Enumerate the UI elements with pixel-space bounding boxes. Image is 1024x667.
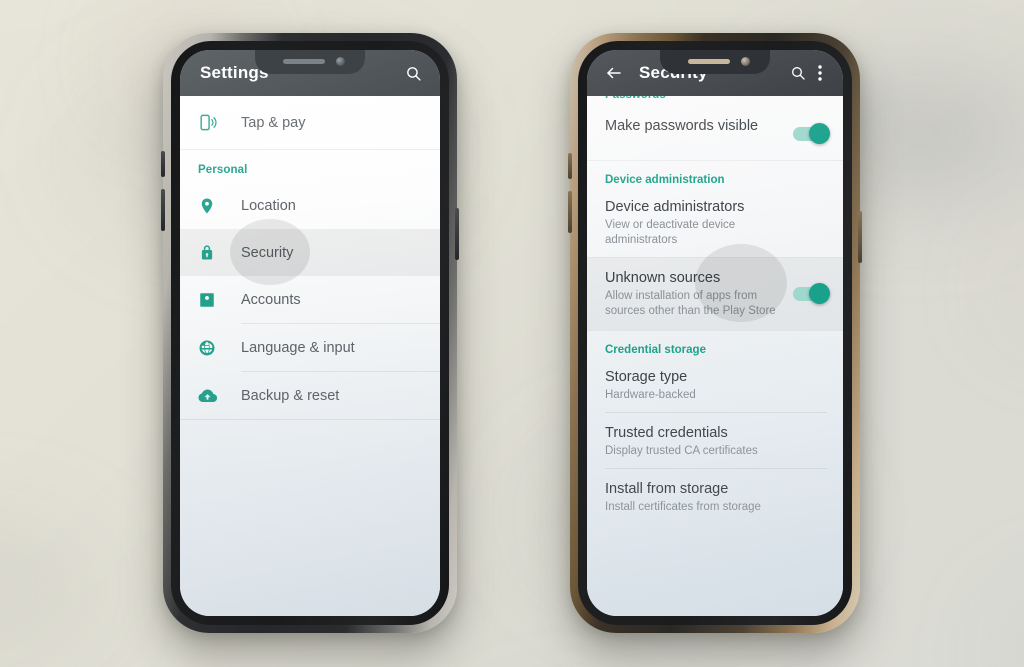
row-title: Trusted credentials [605, 425, 728, 442]
settings-row-label: Backup & reset [241, 387, 340, 404]
section-header-credential-storage: Credential storage [605, 344, 706, 356]
toggle-knob [809, 283, 830, 304]
row-title: Storage type [605, 369, 688, 385]
security-list[interactable]: Passwords Make passwords visible Device … [587, 96, 843, 616]
right-phone-notch [660, 50, 770, 74]
settings-row-backup-and-reset[interactable]: Backup & reset [180, 372, 440, 419]
volume-down-button-right[interactable] [568, 191, 572, 233]
globe-icon [198, 339, 232, 357]
settings-row-accounts[interactable]: Accounts [180, 276, 440, 323]
cloud-upload-icon [198, 386, 232, 405]
power-button-left[interactable] [455, 208, 459, 260]
location-pin-icon [198, 197, 232, 215]
settings-row-label: Language & input [241, 339, 355, 356]
partial-section-header-passwords: Passwords [587, 96, 843, 108]
row-title: Install from storage [605, 481, 729, 498]
row-subtitle: View or deactivate device administrators [605, 219, 736, 247]
security-row-storage-type[interactable]: Storage type Hardware-backed [587, 359, 843, 412]
make-passwords-visible-toggle[interactable] [793, 123, 830, 144]
earpiece-speaker [688, 59, 730, 64]
volume-up-button-right[interactable] [568, 153, 572, 179]
security-row-unknown-sources[interactable]: Unknown sources Allow installation of ap… [587, 244, 843, 330]
power-button-right[interactable] [858, 211, 862, 263]
volume-down-button-left[interactable] [161, 189, 165, 231]
divider [180, 419, 440, 420]
settings-row-security[interactable]: Security [180, 219, 440, 285]
search-icon[interactable] [785, 60, 811, 86]
section-header-personal: Personal [198, 164, 248, 176]
settings-row-label: Tap & pay [241, 114, 306, 131]
security-row-device-administrators[interactable]: Device administrators View or deactivate… [587, 189, 843, 257]
security-row-make-passwords-visible[interactable]: Make passwords visible [587, 108, 843, 160]
section-header-label: Passwords [587, 96, 666, 101]
front-camera [741, 57, 750, 66]
unknown-sources-toggle[interactable] [793, 283, 830, 304]
nfc-tap-and-pay-icon [198, 113, 232, 132]
left-phone-screen: Settings Tap & pay Personal Location Sec… [180, 50, 440, 616]
volume-up-button-left[interactable] [161, 151, 165, 177]
settings-row-label: Location [241, 197, 296, 214]
row-title: Unknown sources [605, 270, 721, 286]
settings-row-location[interactable]: Location [180, 182, 440, 229]
row-subtitle: Display trusted CA certificates [605, 445, 758, 458]
section-header-device-administration: Device administration [605, 174, 725, 186]
row-title: Device administrators [605, 199, 745, 215]
more-vert-icon[interactable] [811, 60, 829, 86]
settings-row-language-and-input[interactable]: Language & input [180, 324, 440, 371]
left-phone-device: Settings Tap & pay Personal Location Sec… [161, 33, 459, 633]
settings-row-label: Security [241, 244, 294, 261]
background-tint [0, 0, 1024, 667]
row-subtitle: Install certificates from storage [605, 501, 761, 514]
settings-list[interactable]: Tap & pay Personal Location Security Acc… [180, 96, 440, 616]
lock-icon [198, 244, 232, 262]
arrow-back-icon[interactable] [601, 60, 627, 86]
security-row-install-from-storage[interactable]: Install from storage Install certificate… [587, 469, 843, 524]
row-subtitle: Hardware-backed [605, 389, 696, 402]
settings-row-tap-and-pay[interactable]: Tap & pay [180, 96, 440, 149]
right-phone-screen: Security Passwords Make passwords visibl… [587, 50, 843, 616]
security-row-trusted-credentials[interactable]: Trusted credentials Display trusted CA c… [587, 413, 843, 468]
search-icon[interactable] [400, 60, 426, 86]
earpiece-speaker [283, 59, 325, 64]
left-phone-notch [255, 50, 365, 74]
toggle-knob [809, 123, 830, 144]
right-phone-device: Security Passwords Make passwords visibl… [568, 33, 862, 633]
blurred-background [0, 0, 1024, 667]
front-camera [336, 57, 345, 66]
settings-row-label: Accounts [241, 291, 301, 308]
account-box-icon [198, 291, 232, 309]
